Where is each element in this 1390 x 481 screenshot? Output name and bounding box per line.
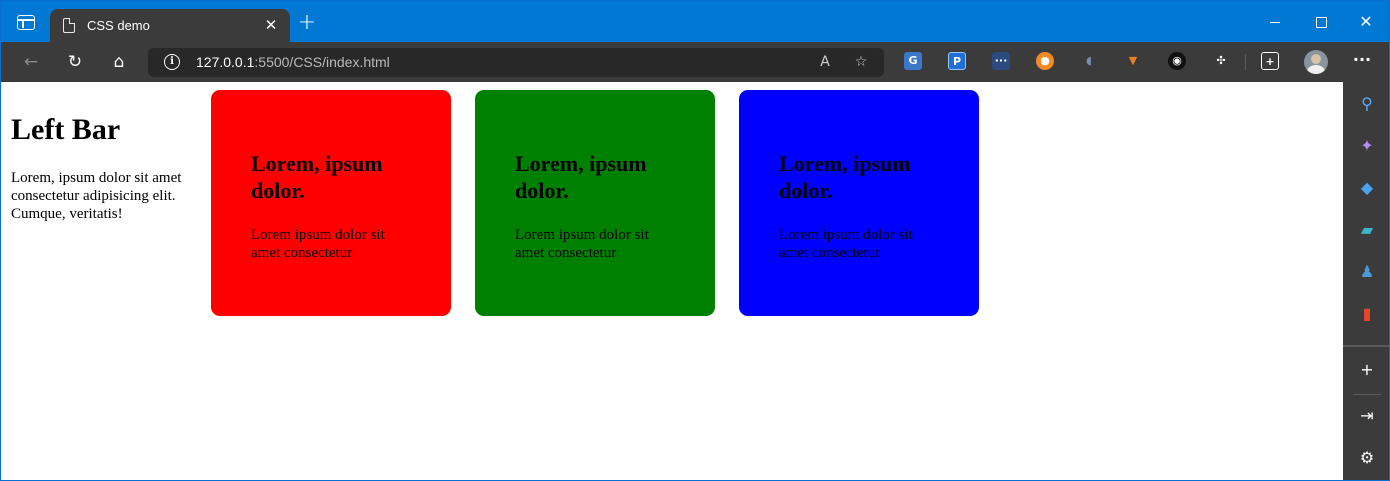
card-heading: Lorem, ipsum dolor. xyxy=(251,151,383,203)
profile-avatar[interactable] xyxy=(1304,50,1328,74)
browser-toolbar: ← ↻ ⌂ i 127.0.0.1:5500/CSS/index.html A … xyxy=(1,42,1389,82)
games-icon[interactable]: ♟ xyxy=(1355,260,1379,284)
dots-extension-icon[interactable]: ··· xyxy=(992,52,1010,70)
card-text: Lorem ipsum dolor sit amet consectetur xyxy=(515,227,649,261)
tab-actions-icon[interactable] xyxy=(17,15,35,30)
audio-extension-icon[interactable]: ◖ xyxy=(1080,52,1098,70)
url-host: 127.0.0.1 xyxy=(196,54,255,70)
new-tab-icon[interactable]: + xyxy=(297,12,317,34)
office-icon[interactable]: ▮ xyxy=(1355,302,1379,326)
title-bar: CSS demo ✕ + ✕ xyxy=(1,1,1389,42)
settings-gear-icon[interactable]: ⚙ xyxy=(1355,446,1379,470)
shopping-icon[interactable]: ◆ xyxy=(1355,176,1379,200)
tab-title: CSS demo xyxy=(87,18,150,33)
url-text[interactable]: 127.0.0.1:5500/CSS/index.html xyxy=(196,54,390,70)
card-heading: Lorem, ipsum dolor. xyxy=(515,151,647,203)
left-bar-heading: Left Bar xyxy=(11,113,121,146)
translate-extension-icon[interactable]: G xyxy=(904,52,922,70)
card-text: Lorem ipsum dolor sit amet consectetur xyxy=(779,227,913,261)
page-content: Left Bar Lorem, ipsum dolor sit amet con… xyxy=(2,82,1343,480)
card-red: Lorem, ipsum dolor. Lorem ipsum dolor si… xyxy=(211,90,451,316)
close-tab-icon[interactable]: ✕ xyxy=(262,16,280,34)
read-aloud-icon[interactable]: A xyxy=(814,51,836,73)
active-tab[interactable]: CSS demo ✕ xyxy=(50,9,290,42)
collections-icon[interactable]: + xyxy=(1261,52,1279,70)
badge-extension-icon[interactable]: ● xyxy=(1036,52,1054,70)
card-heading: Lorem, ipsum dolor. xyxy=(779,151,911,203)
tools-icon[interactable]: ▰ xyxy=(1355,218,1379,242)
home-icon[interactable]: ⌂ xyxy=(107,50,131,74)
sidebar-divider xyxy=(1343,345,1389,347)
add-sidebar-app-icon[interactable]: + xyxy=(1355,358,1379,382)
url-path: :5500/CSS/index.html xyxy=(254,54,390,70)
hide-sidebar-icon[interactable]: ⇥ xyxy=(1355,404,1379,428)
site-info-icon[interactable]: i xyxy=(164,54,180,70)
toolbar-divider xyxy=(1245,54,1246,70)
refresh-icon[interactable]: ↻ xyxy=(63,50,87,74)
left-bar-text: Lorem, ipsum dolor sit amet consectetur … xyxy=(11,170,182,222)
p-extension-icon[interactable]: P xyxy=(948,52,966,70)
close-window-button[interactable]: ✕ xyxy=(1343,1,1389,42)
back-icon[interactable]: ← xyxy=(19,50,43,74)
more-menu-icon[interactable]: ··· xyxy=(1350,50,1374,74)
card-green: Lorem, ipsum dolor. Lorem ipsum dolor si… xyxy=(475,90,715,316)
edge-sidebar: ⚲ ✦ ◆ ▰ ♟ ▮ + ⇥ ⚙ xyxy=(1343,82,1389,480)
add-favorite-icon[interactable]: ☆ xyxy=(850,51,872,73)
search-icon[interactable]: ⚲ xyxy=(1355,92,1379,116)
minimize-button[interactable] xyxy=(1251,1,1297,42)
page-icon xyxy=(63,18,75,33)
card-blue: Lorem, ipsum dolor. Lorem ipsum dolor si… xyxy=(739,90,979,316)
browser-window: CSS demo ✕ + ✕ ← ↻ ⌂ i 127.0.0.1:5500/CS… xyxy=(0,0,1390,481)
extensions-icon[interactable]: ✣ xyxy=(1212,52,1230,70)
eyes-extension-icon[interactable]: ◉ xyxy=(1168,52,1186,70)
maximize-button[interactable] xyxy=(1297,1,1343,42)
sidebar-divider-small xyxy=(1353,394,1381,395)
left-bar: Left Bar Lorem, ipsum dolor sit amet con… xyxy=(11,112,201,223)
fox-extension-icon[interactable]: ▼ xyxy=(1124,52,1142,70)
card-text: Lorem ipsum dolor sit amet consectetur xyxy=(251,227,385,261)
address-bar[interactable]: i 127.0.0.1:5500/CSS/index.html A ☆ xyxy=(148,48,884,77)
copilot-icon[interactable]: ✦ xyxy=(1355,134,1379,158)
